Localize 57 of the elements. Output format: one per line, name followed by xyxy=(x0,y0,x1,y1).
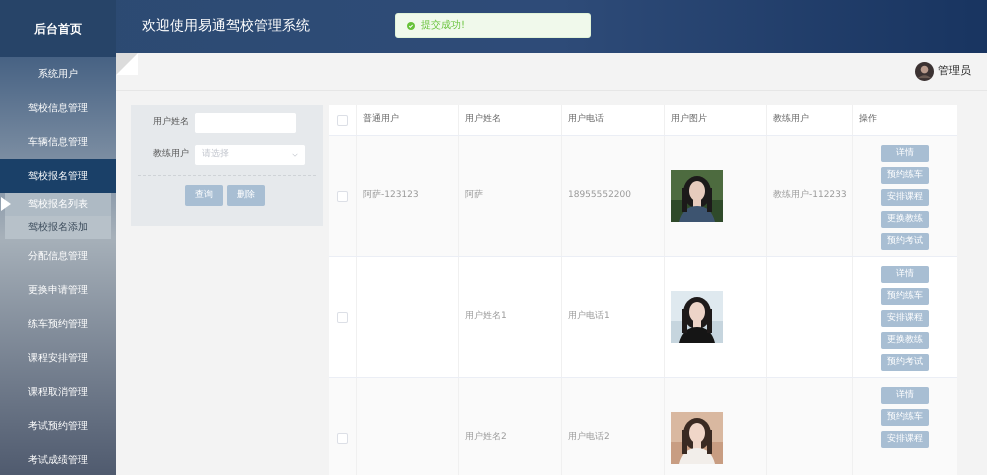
table-cell-text: 阿萨 xyxy=(465,189,483,202)
search-panel-button[interactable]: 查询 xyxy=(185,185,223,206)
column-header: 普通用户 xyxy=(356,105,458,135)
sidebar-item[interactable]: 课程取消管理 xyxy=(0,375,116,409)
table-cell-text: 18955552200 xyxy=(568,189,631,202)
checkbox[interactable] xyxy=(337,114,348,126)
avatar[interactable] xyxy=(915,62,934,81)
search-panel-button[interactable]: 删除 xyxy=(227,185,265,206)
sidebar-item[interactable]: 考试预约管理 xyxy=(0,409,116,443)
action-button[interactable]: 详情 xyxy=(881,145,929,162)
column-header: 教练用户 xyxy=(766,105,852,135)
field-label: 教练用户 xyxy=(152,148,189,162)
action-button[interactable]: 详情 xyxy=(881,387,929,404)
table-cell-text: 阿萨-123123 xyxy=(363,189,419,202)
sidebar-item[interactable]: 驾校信息管理 xyxy=(0,91,116,125)
sidebar-title[interactable]: 后台首页 xyxy=(0,0,116,57)
submenu-item[interactable]: 驾校报名添加 xyxy=(5,216,111,239)
check-circle-icon xyxy=(407,22,415,30)
action-button[interactable]: 安排课程 xyxy=(881,189,929,206)
column-header: 用户电话 xyxy=(561,105,664,135)
action-button[interactable]: 预约考试 xyxy=(881,354,929,371)
table-cell-text: 用户电话2 xyxy=(568,431,610,444)
checkbox[interactable] xyxy=(337,190,348,202)
sidebar-item[interactable]: 课程安排管理 xyxy=(0,341,116,375)
text-field[interactable] xyxy=(195,113,296,133)
sidebar-item[interactable]: 考试成绩管理 xyxy=(0,443,116,475)
chevron-down-icon xyxy=(292,153,298,157)
table-cell-text: 用户电话1 xyxy=(568,310,610,324)
action-button[interactable]: 预约练车 xyxy=(881,409,929,426)
sidebar-item[interactable]: 分配信息管理 xyxy=(0,239,116,273)
action-button[interactable]: 预约练车 xyxy=(881,288,929,305)
user-name[interactable]: 管理员 xyxy=(938,63,971,80)
toast-message: 提交成功! xyxy=(421,18,466,33)
checkbox[interactable] xyxy=(337,312,348,322)
sidebar-item[interactable]: 更换申请管理 xyxy=(0,273,116,307)
select-field[interactable]: 请选择 xyxy=(195,145,305,165)
sidebar-item[interactable]: 车辆信息管理 xyxy=(0,125,116,159)
action-button[interactable]: 更换教练 xyxy=(881,332,929,349)
action-button[interactable]: 更换教练 xyxy=(881,211,929,228)
field-label: 用户姓名 xyxy=(152,116,189,130)
action-button[interactable]: 详情 xyxy=(881,266,929,283)
action-button[interactable]: 预约练车 xyxy=(881,167,929,184)
checkbox[interactable] xyxy=(337,432,348,444)
table-cell-text: 用户姓名1 xyxy=(465,310,507,324)
table-cell-text: 用户姓名2 xyxy=(465,431,507,444)
action-button[interactable]: 安排课程 xyxy=(881,431,929,448)
selection-marker-icon xyxy=(1,197,11,211)
sidebar-item[interactable]: 系统用户 xyxy=(0,57,116,91)
column-header: 用户图片 xyxy=(664,105,766,135)
table-cell-text: 教练用户-112233 xyxy=(773,189,847,202)
action-button[interactable]: 预约考试 xyxy=(881,233,929,250)
action-button[interactable]: 安排课程 xyxy=(881,310,929,327)
sidebar-item[interactable]: 练车预约管理 xyxy=(0,307,116,341)
header-title: 欢迎使用易通驾校管理系统 xyxy=(142,17,310,36)
sidebar-item[interactable]: 驾校报名管理 xyxy=(0,159,116,193)
column-header: 用户姓名 xyxy=(458,105,561,135)
column-header: 操作 xyxy=(852,105,957,135)
